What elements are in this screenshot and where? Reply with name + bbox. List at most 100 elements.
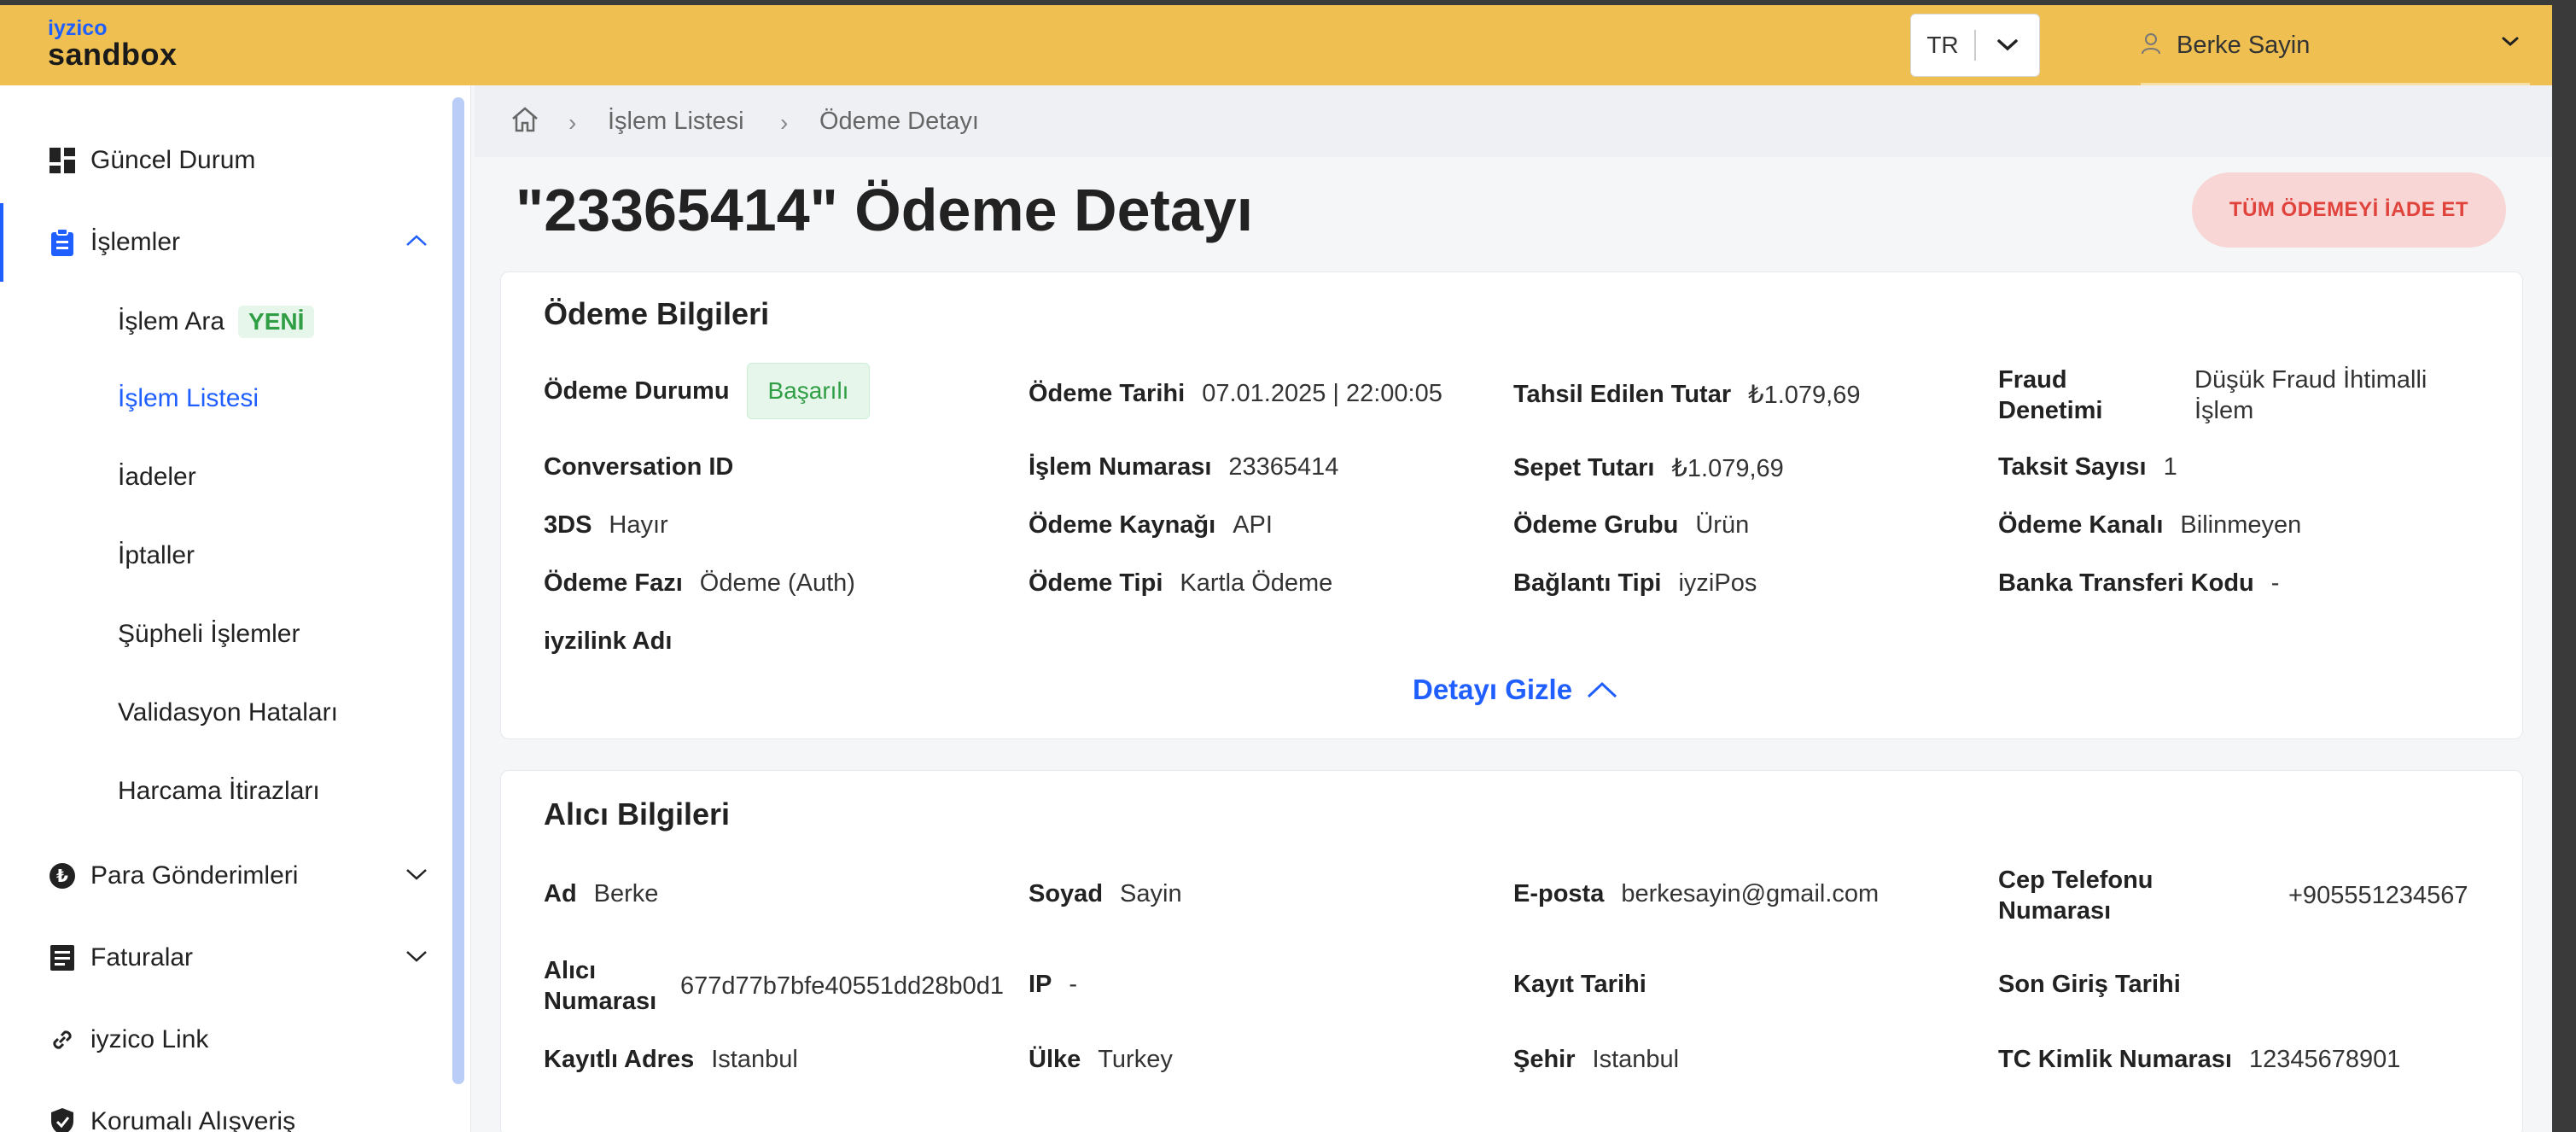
field-value: 23365414	[1228, 453, 1339, 481]
hide-details-label: Detayı Gizle	[1413, 674, 1573, 705]
language-select[interactable]: TR	[1910, 14, 2040, 77]
sidebar-subitem-validasyon-hatalari[interactable]: Validasyon Hataları	[118, 698, 338, 727]
field-label: Ödeme Fazı	[544, 569, 683, 597]
field-label: Banka Transferi Kodu	[1998, 569, 2254, 597]
sidebar-item-para-gonderimleri[interactable]: ₺ Para Gönderimleri	[0, 842, 452, 910]
dashboard-icon	[48, 146, 77, 175]
sidebar-item-guncel-durum[interactable]: Güncel Durum	[0, 126, 452, 195]
buyer-info-card: Alıcı Bilgileri Ad Berke Soyad Sayin E-p…	[500, 770, 2523, 1132]
payment-phase-field: Ödeme Fazı Ödeme (Auth)	[544, 569, 855, 598]
city-field: Şehir Istanbul	[1513, 1046, 1679, 1074]
country-field: Ülke Turkey	[1029, 1046, 1173, 1074]
buyer-email-field: E-posta berkesayin@gmail.com	[1513, 880, 1879, 908]
hide-details-toggle[interactable]: Detayı Gizle	[1413, 674, 1618, 706]
field-label: Taksit Sayısı	[1998, 453, 2147, 481]
chevron-down-icon	[1976, 38, 2039, 52]
field-value: 12345678901	[2248, 1046, 2401, 1073]
field-value: Istanbul	[711, 1046, 798, 1073]
3ds-field: 3DS Hayır	[544, 511, 668, 540]
link-icon	[48, 1025, 77, 1054]
sidebar-subitem-label: İşlem Ara	[118, 307, 225, 336]
sidebar-subitem-islem-ara[interactable]: İşlem Ara YENİ	[118, 306, 315, 338]
iyzilink-name-field: iyzilink Adı	[544, 627, 689, 656]
field-value: 07.01.2025 | 22:00:05	[1202, 380, 1442, 407]
buyer-number-field: Alıcı Numarası 677d77b7bfe40551dd28b0d1	[544, 955, 1004, 1017]
field-label: Ödeme Kaynağı	[1029, 511, 1216, 539]
sidebar-item-iyzico-link[interactable]: iyzico Link	[0, 1006, 452, 1074]
field-label: Kayıt Tarihi	[1513, 971, 1646, 998]
field-value: ₺1.079,69	[1748, 382, 1861, 409]
field-value: Kartla Ödeme	[1180, 569, 1333, 597]
logo[interactable]: iyzico sandbox	[48, 17, 178, 70]
breadcrumb-item-islem-listesi[interactable]: İşlem Listesi	[608, 108, 744, 136]
clipboard-icon	[48, 228, 77, 257]
sidebar-subitem-iadeler[interactable]: İadeler	[118, 463, 196, 492]
sidebar-scroll-thumb[interactable]	[452, 97, 464, 1084]
conversation-id-field: Conversation ID	[544, 453, 750, 481]
refund-all-button[interactable]: TÜM ÖDEMEYİ İADE ET	[2192, 172, 2506, 248]
field-value: Düşük Fraud İhtimalli İşlem	[2194, 366, 2427, 424]
sidebar-subitem-harcama-itirazlari[interactable]: Harcama İtirazları	[118, 777, 320, 806]
buyer-info-title: Alıcı Bilgileri	[544, 796, 731, 831]
buyer-name-field: Ad Berke	[544, 880, 658, 908]
field-label: İşlem Numarası	[1029, 453, 1212, 481]
page-title: "23365414" Ödeme Detayı	[516, 177, 1254, 243]
sidebar-scrollbar[interactable]	[452, 97, 464, 1084]
sidebar-item-korumali-alisveris[interactable]: Korumalı Alışveriş	[0, 1088, 452, 1132]
sidebar-item-label: Para Gönderimleri	[90, 861, 299, 890]
sidebar-item-faturalar[interactable]: Faturalar	[0, 924, 452, 992]
field-label: Ödeme Kanalı	[1998, 511, 2164, 539]
payment-date-field: Ödeme Tarihi 07.01.2025 | 22:00:05	[1029, 380, 1442, 408]
payment-channel-field: Ödeme Kanalı Bilinmeyen	[1998, 511, 2301, 540]
field-value: Hayır	[609, 511, 668, 539]
sidebar-item-islemler[interactable]: İşlemler	[0, 203, 452, 282]
collected-amount-field: Tahsil Edilen Tutar ₺1.079,69	[1513, 380, 1860, 410]
field-label: E-posta	[1513, 880, 1605, 907]
chevron-down-icon	[405, 867, 428, 885]
user-menu[interactable]: Berke Sayin	[2141, 5, 2530, 85]
field-value: API	[1233, 511, 1273, 539]
field-label: Tahsil Edilen Tutar	[1513, 381, 1732, 408]
basket-amount-field: Sepet Tutarı ₺1.079,69	[1513, 453, 1784, 483]
field-value: Bilinmeyen	[2180, 511, 2302, 539]
breadcrumb-item-odeme-detayi: Ödeme Detayı	[819, 108, 979, 135]
status-badge: Başarılı	[746, 363, 871, 419]
payment-info-card: Ödeme Bilgileri Ödeme Durumu Başarılı Öd…	[500, 271, 2523, 739]
field-label: Son Giriş Tarihi	[1998, 971, 2181, 998]
field-value: Istanbul	[1592, 1046, 1680, 1073]
field-label: Ülke	[1029, 1046, 1081, 1073]
chevron-down-icon	[2501, 36, 2520, 52]
new-badge: YENİ	[238, 306, 315, 338]
sidebar-item-label: İşlemler	[90, 228, 181, 256]
payment-source-field: Ödeme Kaynağı API	[1029, 511, 1273, 540]
field-value: iyziPos	[1678, 569, 1757, 597]
field-value: 1	[2163, 453, 2177, 481]
field-label: 3DS	[544, 511, 592, 539]
payment-status-field: Ödeme Durumu Başarılı	[544, 363, 871, 419]
breadcrumb-separator-icon: ›	[568, 109, 577, 136]
language-code: TR	[1911, 30, 1976, 61]
sidebar: Güncel Durum İşlemler İşlem Ara YENİ İşle…	[0, 85, 471, 1132]
home-icon[interactable]	[510, 106, 539, 137]
field-label: Ödeme Tarihi	[1029, 380, 1186, 407]
field-label: Ödeme Tipi	[1029, 569, 1163, 597]
connection-type-field: Bağlantı Tipi iyziPos	[1513, 569, 1757, 598]
installment-count-field: Taksit Sayısı 1	[1998, 453, 2177, 481]
chevron-down-icon	[405, 949, 428, 967]
sidebar-subitem-supheli-islemler[interactable]: Şüpheli İşlemler	[118, 620, 300, 649]
chevron-up-icon	[405, 234, 428, 252]
field-label: Fraud Denetimi	[1998, 366, 2103, 424]
buyer-surname-field: Soyad Sayin	[1029, 880, 1182, 908]
shield-icon	[48, 1107, 77, 1132]
field-label: Bağlantı Tipi	[1513, 569, 1662, 597]
user-name: Berke Sayin	[2177, 31, 2311, 59]
top-header: iyzico sandbox TR Berke Sayin	[0, 5, 2552, 85]
logo-big-text: sandbox	[48, 37, 178, 72]
sidebar-subitem-islem-listesi[interactable]: İşlem Listesi	[118, 384, 259, 413]
field-value: Turkey	[1098, 1046, 1173, 1073]
field-label: Sepet Tutarı	[1513, 454, 1655, 481]
field-label: Alıcı Numarası	[544, 957, 657, 1015]
sidebar-subitem-iptaller[interactable]: İptaller	[118, 541, 195, 570]
field-value: berkesayin@gmail.com	[1621, 880, 1880, 907]
currency-icon: ₺	[48, 861, 77, 890]
